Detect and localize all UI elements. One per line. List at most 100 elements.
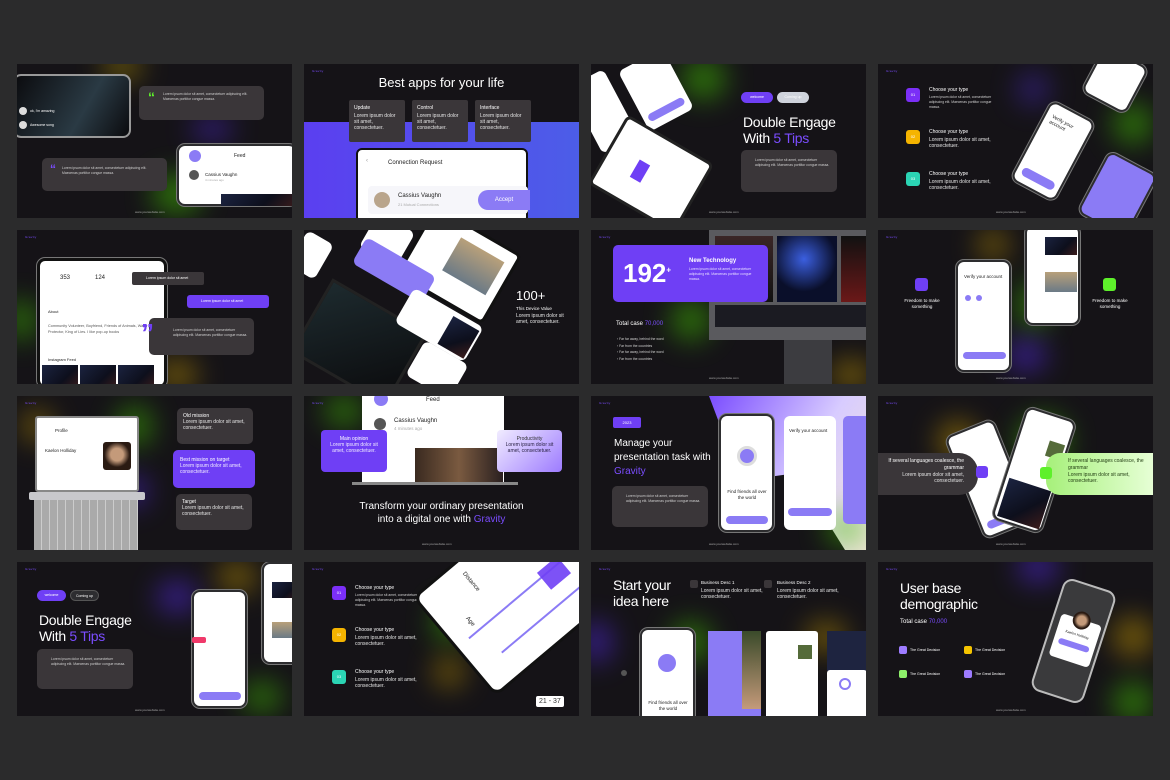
footer-url: www.yourwebsite.com bbox=[135, 210, 165, 214]
footer-url: www.yourwebsite.com bbox=[135, 708, 165, 712]
body-text: Lorem ipsum dolor sit amet, consectetuer… bbox=[355, 677, 417, 689]
brand-logo: Gravity bbox=[25, 401, 37, 405]
step-number-badge: 02 bbox=[906, 130, 920, 144]
body-text: Lorem ipsum dolor sit amet, consectetuer… bbox=[689, 267, 752, 281]
item-title: Choose your type bbox=[929, 171, 969, 177]
accept-button[interactable]: Accept bbox=[478, 190, 530, 210]
welcome-chip[interactable]: welcome bbox=[37, 590, 66, 601]
slide-13[interactable]: welcome Coming up Double Engage With 5 Ti… bbox=[17, 562, 292, 716]
brand-logo: Gravity bbox=[312, 567, 324, 571]
body-text: Lorem ipsum dolor sit amet, consectetuer… bbox=[929, 95, 992, 109]
brand-logo: Gravity bbox=[886, 235, 898, 239]
step-number-badge: 01 bbox=[906, 88, 920, 102]
body-text: Lorem ipsum dolor sit amet, consectetuer… bbox=[929, 137, 991, 149]
slide-title: Best apps for your life bbox=[378, 75, 505, 90]
slide-7[interactable]: 192+ New Technology Lorem ipsum dolor si… bbox=[591, 230, 866, 384]
slide-10[interactable]: Feed Cassius Vaughn 4 minutes ago Main o… bbox=[304, 396, 579, 550]
quote-bubble: “ Lorem ipsum dolor sit amet, consectetu… bbox=[42, 158, 167, 191]
item-title: Choose your type bbox=[355, 627, 395, 633]
brand-logo: Gravity bbox=[886, 567, 898, 571]
connection-panel: ‹ Connection Request Cassius Vaughn 21 M… bbox=[356, 148, 530, 218]
tooltip: Lorem ipsum dolor sit amet bbox=[132, 272, 204, 285]
text-card: ” Lorem ipsum dolor sit amet, consectetue… bbox=[141, 318, 254, 355]
coming-up-chip[interactable]: Coming up bbox=[777, 92, 809, 103]
footer-url: www.yourwebsite.com bbox=[709, 542, 739, 546]
mission-card: Old mission Lorem ipsum dolor sit amet, c… bbox=[177, 408, 253, 444]
item-title: Choose your type bbox=[355, 585, 395, 591]
body-text: Lorem ipsum dolor sit amet, consectetuer… bbox=[183, 419, 245, 431]
text-card: Lorem ipsum dolor sit amet, consectetuer… bbox=[612, 486, 708, 527]
brand-logo: Gravity bbox=[312, 401, 324, 405]
body-text: Lorem ipsum dolor sit amet, consectetuer… bbox=[755, 158, 830, 167]
slide-2[interactable]: Best apps for your life Update Lorem ipsu… bbox=[304, 64, 579, 218]
body-text: Lorem ipsum dolor sit amet, consectetuer… bbox=[701, 588, 763, 600]
background-glow bbox=[978, 230, 1008, 260]
brand-logo: Gravity bbox=[599, 235, 611, 239]
body-text: Lorem ipsum dolor sit amet, consectetuer… bbox=[355, 593, 418, 607]
welcome-chip[interactable]: welcome bbox=[741, 92, 773, 103]
brand-logo: Gravity bbox=[886, 69, 898, 73]
background-glow bbox=[1113, 617, 1153, 657]
body-text: Lorem ipsum dolor sit amet, consectetuer… bbox=[902, 472, 964, 484]
photo-thumbnail bbox=[272, 582, 292, 598]
slide-8[interactable]: Freedom to make something Freedom to mak… bbox=[878, 230, 1153, 384]
slide-14[interactable]: 01 Choose your type Lorem ipsum dolor si… bbox=[304, 562, 579, 716]
video-phone: ok, I'm amazing Awesome song bbox=[17, 74, 131, 138]
photo-thumbnail bbox=[777, 236, 837, 302]
body-text: Lorem ipsum dolor sit amet, consectetuer… bbox=[777, 588, 839, 600]
slide-6[interactable]: 100+ This Device Value Lorem ipsum dolor… bbox=[304, 230, 579, 384]
slide-16[interactable]: User base demographic Total case 70,000 T… bbox=[878, 562, 1153, 716]
callout-right: If several languages coalesce, the gramm… bbox=[1046, 453, 1153, 495]
item-title: Choose your type bbox=[929, 129, 969, 135]
photo-thumbnail bbox=[997, 477, 1052, 530]
phone-mockup bbox=[192, 590, 247, 708]
feature-card-update: Update Lorem ipsum dolor sit amet, consec… bbox=[349, 100, 405, 142]
phone-mockup bbox=[262, 562, 292, 664]
slide-title: User base demographic bbox=[900, 580, 978, 612]
slide-3[interactable]: welcome Coming up Double Engage With 5 Ti… bbox=[591, 64, 866, 218]
slide-4[interactable]: 01 Choose your type Lorem ipsum dolor si… bbox=[878, 64, 1153, 218]
chat-message: ok, I'm amazing bbox=[30, 109, 55, 113]
step-number-badge: 03 bbox=[332, 670, 346, 684]
feature-card-interface: Interface Lorem ipsum dolor sit amet, con… bbox=[475, 100, 531, 142]
coming-up-chip[interactable]: Coming up bbox=[70, 590, 99, 601]
slide-title: Double Engage With 5 Tips bbox=[743, 114, 836, 146]
background-glow bbox=[434, 657, 464, 687]
slide-title: Manage your presentation task with Gravity bbox=[614, 438, 711, 477]
background-glow bbox=[217, 562, 257, 592]
body-text: Lorem ipsum dolor sit amet, consectetuer… bbox=[330, 442, 378, 454]
slide-11[interactable]: 2023 Manage your presentation task with Gr… bbox=[591, 396, 866, 550]
photo-thumbnail bbox=[221, 194, 292, 206]
mission-card-highlight: Best mission on target Lorem ipsum dolor … bbox=[173, 450, 255, 488]
body-text: Lorem ipsum dolor sit amet, consectetuer… bbox=[354, 113, 396, 131]
slide-5[interactable]: 353 124 About Community Volunteer, Boyfr… bbox=[17, 230, 292, 384]
body-text: Lorem ipsum dolor sit amet, consectetuer… bbox=[516, 313, 564, 325]
brand-logo: Gravity bbox=[25, 235, 37, 239]
feature-card-control: Control Lorem ipsum dolor sit amet, conse… bbox=[412, 100, 468, 142]
footer-url: www.yourwebsite.com bbox=[996, 210, 1026, 214]
feature-text: Freedom to make something bbox=[904, 298, 940, 309]
body-text: Lorem ipsum dolor sit amet, consectetuer… bbox=[1068, 472, 1130, 484]
brand-logo: Gravity bbox=[25, 567, 37, 571]
slide-15[interactable]: Start your idea here Business Desc 1 Lore… bbox=[591, 562, 866, 716]
background-glow bbox=[591, 622, 611, 662]
background-glow bbox=[1018, 562, 1058, 582]
feature-text: Freedom to make something bbox=[1092, 298, 1128, 309]
background-glow bbox=[1113, 682, 1153, 716]
step-number-badge: 01 bbox=[332, 586, 346, 600]
background-glow bbox=[157, 582, 197, 612]
slide-12[interactable]: If several languages coalesce, the gramm… bbox=[878, 396, 1153, 550]
footer-url: www.yourwebsite.com bbox=[709, 210, 739, 214]
slide-title: Transform your ordinary presentation into… bbox=[359, 501, 524, 525]
body-text: Lorem ipsum dolor sit amet, consectetuer… bbox=[355, 635, 417, 647]
body-text: Lorem ipsum dolor sit amet, consectetuer… bbox=[480, 113, 522, 131]
background-glow bbox=[1018, 74, 1048, 104]
background-glow bbox=[324, 396, 364, 426]
profile-phone: Kaelon Holliday bbox=[1029, 576, 1118, 706]
slide-1[interactable]: ok, I'm amazing Awesome song “ Lorem ips… bbox=[17, 64, 292, 218]
body-text: Lorem ipsum dolor sit amet, consectetuer… bbox=[173, 328, 248, 337]
slide-9[interactable]: Profile Kaelon Holliday Old mission Lorem… bbox=[17, 396, 292, 550]
productivity-card: Productivity Lorem ipsum dolor sit amet, … bbox=[497, 430, 562, 472]
background-glow bbox=[671, 300, 711, 340]
chat-message: Awesome song bbox=[30, 123, 54, 127]
